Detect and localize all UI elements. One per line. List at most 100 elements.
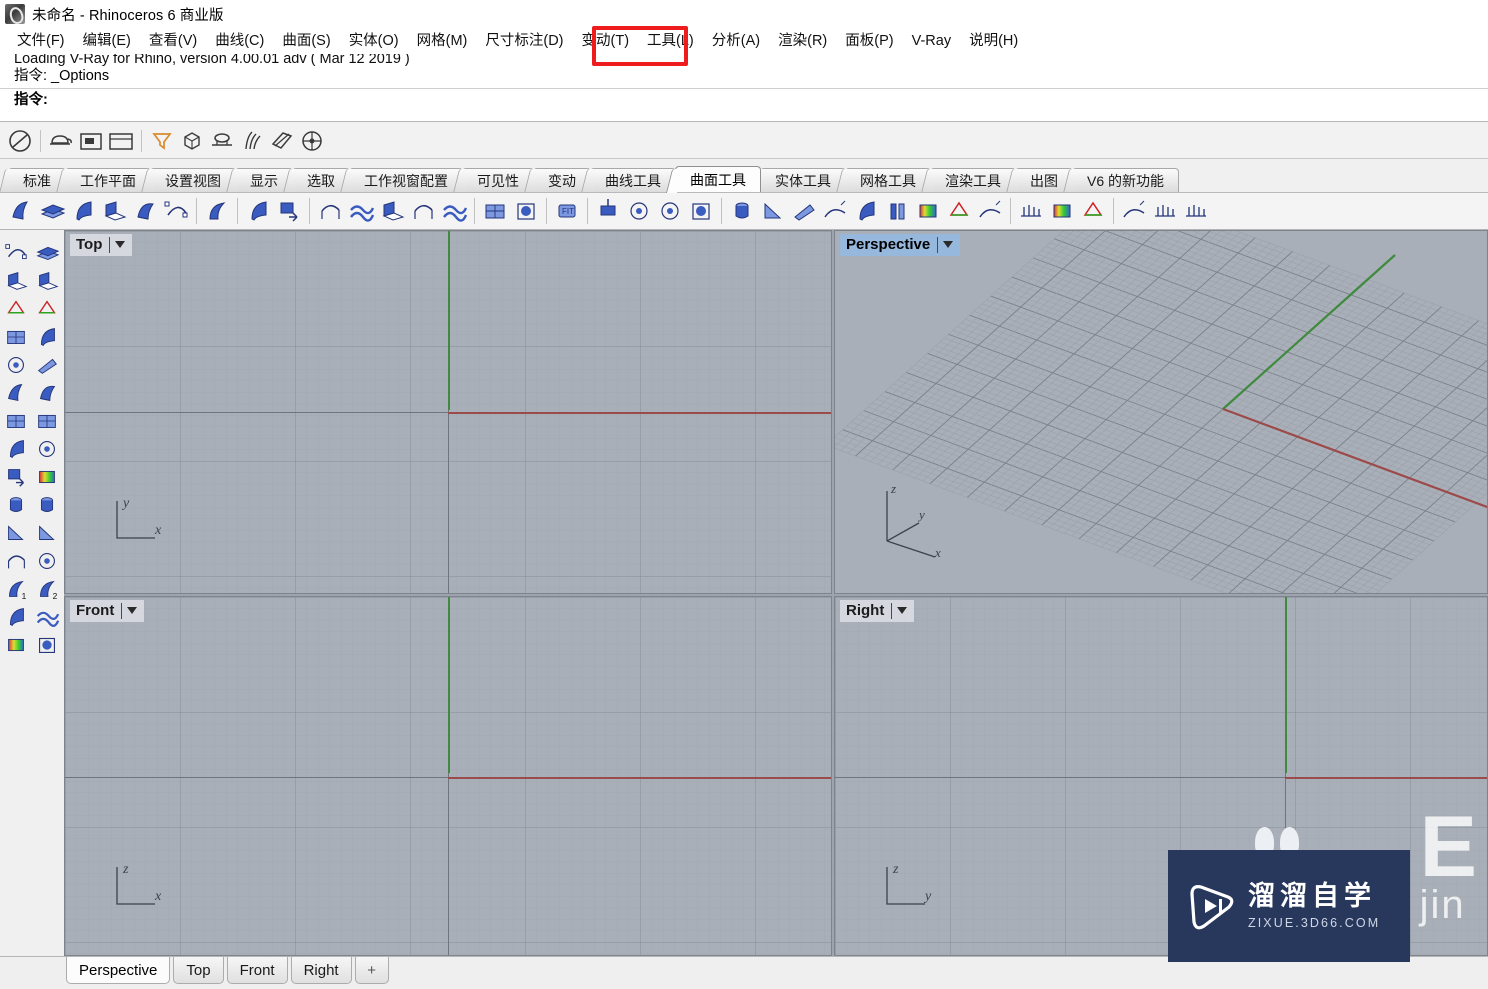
vray-decal-icon[interactable] [298, 127, 326, 155]
cylinder-icon[interactable] [0, 491, 31, 519]
sweep-icon[interactable] [0, 379, 31, 407]
rebuild-surface-icon[interactable]: FIT [552, 195, 582, 227]
loft-icon[interactable] [68, 195, 98, 227]
vray-fur-icon[interactable] [238, 127, 266, 155]
tab-whats-new-v6[interactable]: V6 的新功能 [1072, 168, 1180, 192]
ellipsoid-icon[interactable] [31, 547, 62, 575]
tab-mesh-tools[interactable]: 网格工具 [845, 168, 931, 192]
sweep-2-rails-icon[interactable] [202, 195, 232, 227]
blend-surface-icon[interactable] [346, 195, 376, 227]
offset-surface-icon[interactable] [408, 195, 438, 227]
vray-teapot-icon[interactable] [47, 127, 75, 155]
viewport-top-label[interactable]: Top [70, 234, 133, 256]
bottom-tab-top[interactable]: Top [173, 957, 224, 984]
viewport-top[interactable]: y x Top [64, 230, 832, 594]
tab-visibility[interactable]: 可见性 [462, 168, 534, 192]
menu-help[interactable]: 说明(H) [960, 30, 1027, 52]
fragment-icon[interactable] [31, 351, 62, 379]
torus-icon[interactable] [0, 351, 31, 379]
heightfield-grid-icon[interactable] [31, 463, 62, 491]
menu-dimension[interactable]: 尺寸标注(D) [476, 30, 572, 52]
boolean-union-icon[interactable] [0, 295, 31, 323]
vray-render-icon[interactable] [6, 127, 34, 155]
rail-revolve-icon[interactable] [130, 195, 160, 227]
menu-mesh[interactable]: 网格(M) [408, 30, 477, 52]
plane-3pt-icon[interactable] [0, 407, 31, 435]
explode-icon[interactable] [31, 295, 62, 323]
extrude-straight-icon[interactable] [0, 463, 31, 491]
sweep-1-rail-icon[interactable] [161, 195, 191, 227]
select-arrow-icon[interactable] [0, 239, 31, 267]
bottom-tab-perspective[interactable]: Perspective [66, 957, 171, 984]
surface-from-points-icon[interactable] [315, 195, 345, 227]
revolve-shape-icon[interactable] [0, 603, 31, 631]
menu-panels[interactable]: 面板(P) [836, 30, 902, 52]
surface-from-planar-curves-icon[interactable] [37, 195, 67, 227]
add-viewport-tab-button[interactable]: + [354, 957, 389, 984]
chevron-down-icon[interactable] [115, 241, 126, 248]
chevron-down-icon[interactable] [127, 607, 138, 614]
bottom-tab-right[interactable]: Right [290, 957, 352, 984]
smash-icon[interactable] [882, 195, 912, 227]
tab-viewport-layout[interactable]: 工作视窗配置 [349, 168, 463, 192]
menu-render[interactable]: 渲染(R) [769, 30, 836, 52]
vray-infinite-plane-icon[interactable] [178, 127, 206, 155]
surface-edit-pts-icon[interactable] [31, 435, 62, 463]
chevron-down-icon[interactable] [897, 607, 908, 614]
tab-solid-tools[interactable]: 实体工具 [760, 168, 846, 192]
vray-asset-editor-icon[interactable] [77, 127, 105, 155]
point-grid-icon[interactable] [31, 631, 62, 659]
direction-display-icon[interactable] [1150, 195, 1180, 227]
patch-surface-icon[interactable] [31, 379, 62, 407]
network-surface-icon[interactable] [243, 195, 273, 227]
menu-transform[interactable]: 变动(T) [573, 30, 639, 52]
chevron-down-icon[interactable] [943, 241, 954, 248]
tab-set-view[interactable]: 设置视图 [150, 168, 236, 192]
drape-shape-icon[interactable] [31, 603, 62, 631]
viewport-front-label[interactable]: Front [70, 600, 145, 622]
trim-icon[interactable] [0, 267, 31, 295]
tab-cplane[interactable]: 工作平面 [65, 168, 151, 192]
insert-knot-icon[interactable] [789, 195, 819, 227]
surface-paint-icon[interactable] [1016, 195, 1046, 227]
squish-icon[interactable] [913, 195, 943, 227]
surface-points-icon[interactable] [31, 323, 62, 351]
symmetry-icon[interactable] [975, 195, 1005, 227]
curvature-analysis-icon[interactable] [1047, 195, 1077, 227]
cone-icon[interactable] [31, 519, 62, 547]
vray-proxy-icon[interactable] [208, 127, 236, 155]
heightfield-icon[interactable] [480, 195, 510, 227]
menu-solid[interactable]: 实体(O) [340, 30, 408, 52]
patch-icon[interactable] [274, 195, 304, 227]
plane-corners-icon[interactable] [31, 407, 62, 435]
bottom-tab-front[interactable]: Front [226, 957, 288, 984]
unroll-surface-icon[interactable] [851, 195, 881, 227]
extract-isocurve-icon[interactable] [820, 195, 850, 227]
vray-frame-buffer-icon[interactable] [107, 127, 135, 155]
tab-curve-tools[interactable]: 曲线工具 [590, 168, 676, 192]
tab-render-tools[interactable]: 渲染工具 [930, 168, 1016, 192]
split-icon[interactable] [31, 267, 62, 295]
vray-light-icon[interactable] [148, 127, 176, 155]
tab-surface-tools[interactable]: 曲面工具 [675, 166, 761, 192]
show-edges-icon[interactable] [1181, 195, 1211, 227]
viewport-perspective-label[interactable]: Perspective [840, 234, 961, 256]
draft-angle-analysis-icon[interactable] [1078, 195, 1108, 227]
environment-map-icon[interactable] [1119, 195, 1149, 227]
menu-curve[interactable]: 曲线(C) [206, 30, 273, 52]
menu-analyze[interactable]: 分析(A) [703, 30, 769, 52]
command-prompt[interactable]: 指令: [0, 89, 1488, 111]
menu-tools[interactable]: 工具(L) [638, 30, 703, 52]
fit-surface-icon[interactable] [511, 195, 541, 227]
viewport-front[interactable]: z x Front [64, 596, 832, 956]
merge-surface-icon[interactable] [655, 195, 685, 227]
revolve-icon[interactable] [99, 195, 129, 227]
menu-edit[interactable]: 编辑(E) [74, 30, 140, 52]
extrude-curve-icon[interactable] [0, 435, 31, 463]
tube-icon[interactable] [31, 491, 62, 519]
menu-view[interactable]: 查看(V) [140, 30, 206, 52]
menu-vray[interactable]: V-Ray [903, 30, 961, 52]
split-surface-icon[interactable] [727, 195, 757, 227]
menu-surface[interactable]: 曲面(S) [273, 30, 339, 52]
cone-surface-icon[interactable] [0, 519, 31, 547]
